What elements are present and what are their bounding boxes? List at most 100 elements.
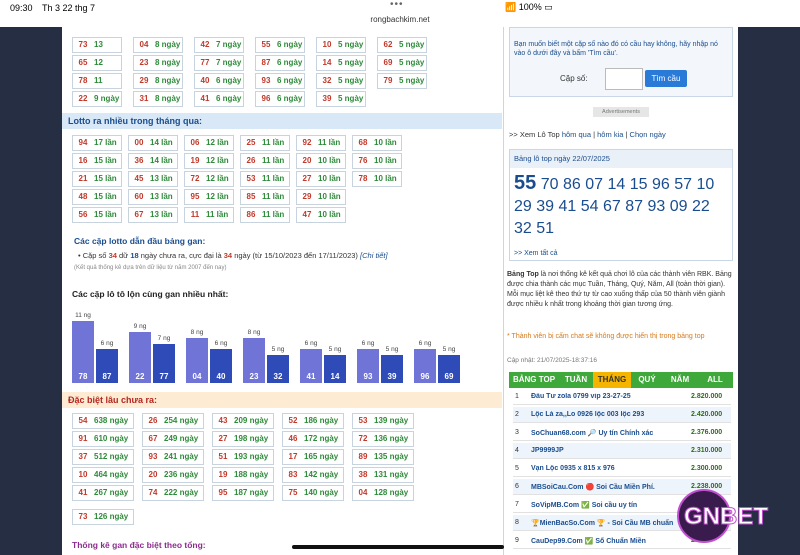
top-number[interactable]: 07 [585,176,603,193]
top-number[interactable]: 41 [559,198,577,215]
loto-cell[interactable]: 94 17 lần [72,135,122,151]
more-dots-icon[interactable]: ••• [390,0,404,10]
loto-cell[interactable]: 25 11 lần [240,135,290,151]
loto-cell[interactable]: 27 10 lần [296,171,346,187]
top-number[interactable]: 51 [536,220,554,237]
top-number[interactable]: 29 [514,198,532,215]
db-cell[interactable]: 72 136 ngày [352,431,414,447]
gan-cell[interactable]: 04 8 ngày [133,37,183,53]
gan-cell[interactable]: 96 6 ngày [255,91,305,107]
row-name[interactable]: CauDep99.Com ✅ Số Chuẩn Miền [531,537,681,545]
loto-cell[interactable]: 85 11 lần [240,189,290,205]
db-cell[interactable]: 67 249 ngày [142,431,204,447]
db-cell[interactable]: 27 198 ngày [212,431,274,447]
loto-cell[interactable]: 21 15 lần [72,171,122,187]
link-chonngay[interactable]: Chọn ngày [630,130,666,139]
detail-link[interactable]: [Chi tiết] [360,251,388,260]
url-bar[interactable]: rongbachkim.net [0,15,800,27]
gan-cell[interactable]: 77 7 ngày [194,55,244,71]
db-cell[interactable]: 46 172 ngày [282,431,344,447]
table-row[interactable]: 4 JP9999JP 2.310.000 [513,443,731,459]
row-name[interactable]: SoChuan68.com 🔎 Uy tín Chính xác [531,429,681,437]
loto-cell[interactable]: 72 12 lần [184,171,234,187]
db-cell[interactable]: 83 142 ngày [282,467,344,483]
table-row[interactable]: 1 Đầu Tư zola 0799 vip 23-27-25 2.820.000 [513,389,731,405]
db-cell[interactable]: 74 222 ngày [142,485,204,501]
loto-cell[interactable]: 00 14 lần [128,135,178,151]
gan-cell[interactable]: 79 5 ngày [377,73,427,89]
row-name[interactable]: Đầu Tư zola 0799 vip 23-27-25 [531,393,681,400]
link-homqua[interactable]: hôm qua [562,130,591,139]
gan-cell[interactable]: 78 11 ngày [72,73,122,99]
xem-tat-ca-link[interactable]: >> Xem tất cả [514,250,558,257]
db-cell[interactable]: 51 193 ngày [212,449,274,465]
gan-cell[interactable]: 65 12 ngày [72,55,122,81]
gan-cell[interactable]: 39 5 ngày [316,91,366,107]
top-number[interactable]: 14 [607,176,625,193]
top-number[interactable]: 15 [630,176,648,193]
tab-all[interactable]: ALL [697,372,733,388]
loto-cell[interactable]: 67 13 lần [128,207,178,223]
db-cell[interactable]: 75 140 ngày [282,485,344,501]
row-name[interactable]: SoVipMB.Com ✅ Soi cầu uy tín [531,501,681,509]
gan-cell[interactable]: 31 8 ngày [133,91,183,107]
db-cell[interactable]: 38 131 ngày [352,467,414,483]
row-name[interactable]: MBSoiCau.Com 🔴 Soi Cầu Miền Phí. [531,483,681,491]
db-cell[interactable]: 41 267 ngày [72,485,134,501]
row-name[interactable]: JP9999JP [531,447,681,454]
loto-cell[interactable]: 47 10 lần [296,207,346,223]
db-cell[interactable]: 04 128 ngày [352,485,414,501]
tab-tuần[interactable]: TUẦN [559,372,593,388]
tab-quý[interactable]: QUÝ [631,372,663,388]
gan-cell[interactable]: 42 7 ngày [194,37,244,53]
top-number[interactable]: 22 [692,198,710,215]
gan-cell[interactable]: 29 8 ngày [133,73,183,89]
top-number[interactable]: 86 [563,176,581,193]
db-cell[interactable]: 17 165 ngày [282,449,344,465]
loto-cell[interactable]: 53 11 lần [240,171,290,187]
loto-cell[interactable]: 56 15 lần [72,207,122,223]
top-number[interactable]: 87 [625,198,643,215]
link-homkia[interactable]: hôm kia [597,130,623,139]
loto-cell[interactable]: 86 11 lần [240,207,290,223]
gan-cell[interactable]: 32 5 ngày [316,73,366,89]
db-cell[interactable]: 37 512 ngày [72,449,134,465]
top-number[interactable]: 54 [581,198,599,215]
tab-tháng[interactable]: THÁNG [593,372,631,388]
top-number[interactable]: 96 [652,176,670,193]
loto-cell[interactable]: 11 11 lần [184,207,234,223]
tab-bảng top[interactable]: BẢNG TOP [509,372,559,388]
gan-cell[interactable]: 62 5 ngày [377,37,427,53]
loto-cell[interactable]: 45 13 lần [128,171,178,187]
row-name[interactable]: Vạn Lộc 0935 x 815 x 976 [531,465,681,472]
gan-cell[interactable]: 69 5 ngày [377,55,427,71]
gan-cell[interactable]: 87 6 ngày [255,55,305,71]
top-number[interactable]: 10 [696,176,714,193]
loto-cell[interactable]: 19 12 lần [184,153,234,169]
top-number-first[interactable]: 55 [514,172,536,194]
loto-cell[interactable]: 60 13 lần [128,189,178,205]
db-cell[interactable]: 52 186 ngày [282,413,344,429]
db-cell[interactable]: 91 610 ngày [72,431,134,447]
table-row[interactable]: 5 Vạn Lộc 0935 x 815 x 976 2.300.000 [513,461,731,477]
gan-cell[interactable]: 14 5 ngày [316,55,366,71]
loto-cell[interactable]: 16 15 lần [72,153,122,169]
loto-cell[interactable]: 29 10 lần [296,189,346,205]
db-cell[interactable]: 19 188 ngày [212,467,274,483]
top-number[interactable]: 39 [536,198,554,215]
top-number[interactable]: 67 [603,198,621,215]
pair-input[interactable] [605,68,643,90]
row-name[interactable]: 🏆MienBacSo.Com 🏆 - Soi Cầu MB chuẩn [531,519,681,527]
top-number[interactable]: 57 [674,176,692,193]
find-button[interactable]: Tìm cầu [645,70,687,87]
loto-cell[interactable]: 06 12 lần [184,135,234,151]
loto-cell[interactable]: 20 10 lần [296,153,346,169]
db-cell[interactable]: 26 254 ngày [142,413,204,429]
gan-cell[interactable]: 23 8 ngày [133,55,183,71]
gan-cell[interactable]: 55 6 ngày [255,37,305,53]
db-cell[interactable]: 73 126 ngày [72,509,134,525]
gan-cell[interactable]: 10 5 ngày [316,37,366,53]
db-cell[interactable]: 93 241 ngày [142,449,204,465]
top-number[interactable]: 70 [541,176,559,193]
top-number[interactable]: 09 [670,198,688,215]
